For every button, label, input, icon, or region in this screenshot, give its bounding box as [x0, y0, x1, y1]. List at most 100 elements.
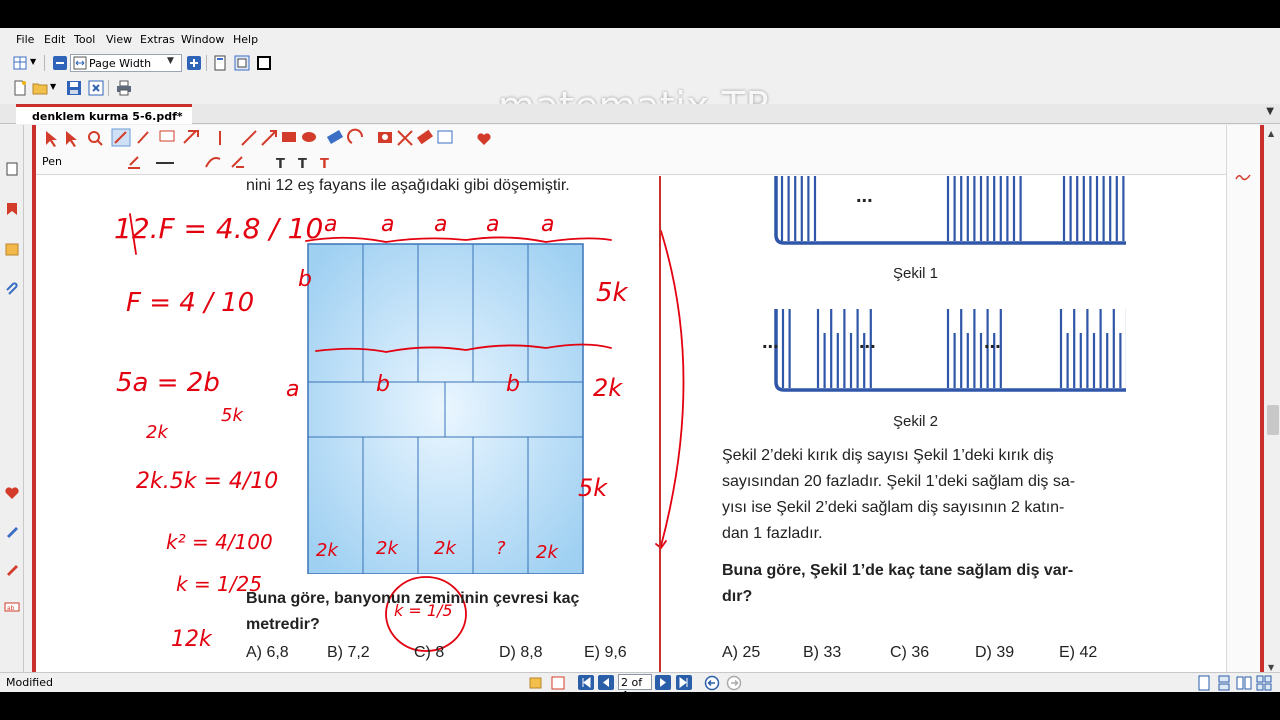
option-d: D) 8,8: [499, 644, 543, 661]
handwriting-line-2: F = 4 / 10: [126, 288, 254, 318]
annotation-tools[interactable]: T T T: [36, 125, 636, 175]
scrollbar-thumb[interactable]: [1267, 405, 1279, 435]
right-option-e: E) 42: [1059, 644, 1098, 661]
figure2-label: Şekil 2: [893, 413, 939, 430]
view-toolbar: ▼ Page Width ▼: [0, 51, 1280, 75]
grid-view-icon[interactable]: [12, 55, 28, 71]
two-page-continuous-icon[interactable]: [1256, 675, 1272, 691]
zoom-out-icon[interactable]: [52, 55, 68, 71]
fig-note-a2: a: [381, 212, 394, 237]
svg-text:T: T: [298, 157, 307, 172]
fig-note-2k-b2: 2k: [376, 538, 399, 559]
previous-page-button[interactable]: [598, 675, 614, 690]
pdf-viewer-window: File Edit Tool View Extras Window Help ▼…: [0, 28, 1280, 702]
fig-note-b2: b: [376, 372, 390, 397]
menu-window[interactable]: Window: [181, 33, 224, 46]
fig-note-a4: a: [486, 212, 499, 237]
page-number-input[interactable]: 2 of 4: [618, 674, 652, 702]
zoom-mode-label: Page Width: [89, 57, 152, 70]
first-page-button[interactable]: [578, 675, 594, 690]
fig-note-5k-bottom: 5k: [578, 474, 608, 502]
save-icon[interactable]: [66, 80, 82, 96]
next-page-button[interactable]: [655, 675, 671, 690]
forward-arrow-icon[interactable]: [726, 675, 742, 691]
svg-text:T: T: [320, 157, 329, 172]
single-page-layout-icon[interactable]: [1196, 675, 1212, 691]
favorite-heart-icon[interactable]: [4, 485, 20, 501]
right-option-d: D) 39: [975, 644, 1015, 661]
pages-panel-icon[interactable]: [4, 161, 20, 177]
next-page-icon: [660, 678, 666, 687]
chevron-down-icon: ▼: [167, 56, 174, 66]
hand-tool-icon[interactable]: [528, 675, 544, 691]
tab-list-icon[interactable]: ▼: [1266, 106, 1274, 117]
fig-note-b3: b: [506, 372, 520, 397]
menu-extras[interactable]: Extras: [140, 33, 175, 46]
two-page-layout-icon[interactable]: [1236, 675, 1252, 691]
svg-text:ab: ab: [7, 605, 15, 612]
menu-file[interactable]: File: [16, 33, 34, 46]
handwriting-line-4: 2k: [146, 422, 169, 443]
layers-panel-icon[interactable]: [4, 241, 20, 257]
document-tab[interactable]: denklem kurma 5-6.pdf*: [16, 104, 192, 124]
menu-view[interactable]: View: [106, 33, 132, 46]
bookmark-icon[interactable]: [4, 201, 20, 217]
menu-help[interactable]: Help: [233, 33, 258, 46]
print-icon[interactable]: [116, 80, 132, 96]
right-option-a: A) 25: [722, 644, 761, 661]
body-line-1: Şekil 2’deki kırık diş sayısı Şekil 1’de…: [722, 447, 1054, 464]
menu-edit[interactable]: Edit: [44, 33, 65, 46]
comb-figure-1: [774, 176, 1126, 245]
single-page-icon[interactable]: [212, 55, 228, 71]
fit-page-icon[interactable]: [234, 55, 250, 71]
text-box-icon[interactable]: ab: [4, 599, 20, 615]
attachment-icon[interactable]: [4, 281, 20, 297]
select-tool-icon[interactable]: [550, 675, 566, 691]
figure1-label: Şekil 1: [893, 265, 939, 282]
document-area: T T T Pen nini 12 eş fayans ile aşağıdak…: [32, 125, 1280, 677]
scroll-up-icon[interactable]: ▲: [1268, 129, 1274, 138]
page-width-icon: [73, 56, 87, 70]
right-question-line-2: dır?: [722, 588, 753, 605]
open-dropdown-icon[interactable]: ▼: [50, 82, 56, 91]
menu-tool[interactable]: Tool: [74, 33, 95, 46]
last-page-button[interactable]: [676, 675, 692, 690]
pen-tool-icon[interactable]: [4, 523, 20, 539]
fig-note-a5: a: [541, 212, 554, 237]
body-line-4: dan 1 fazladır.: [722, 525, 823, 542]
toolbar-separator: [206, 55, 207, 71]
left-sidebar: ab: [0, 125, 24, 677]
option-c: C) 8: [414, 644, 445, 661]
signature-icon[interactable]: [1235, 169, 1251, 185]
menu-bar: File Edit Tool View Extras Window Help: [0, 28, 1280, 50]
fullscreen-icon[interactable]: [256, 55, 272, 71]
status-text: Modified: [6, 676, 53, 689]
continuous-layout-icon[interactable]: [1216, 675, 1232, 691]
handwriting-line-5: 5k: [221, 405, 244, 426]
comb2-ellipsis-1: ...: [762, 331, 779, 353]
comb-base: [774, 176, 1126, 245]
toolbar-separator: [44, 55, 45, 71]
grid-dropdown-icon[interactable]: ▼: [30, 57, 36, 66]
first-page-icon: [582, 677, 591, 688]
fig-note-2k-b3: 2k: [434, 538, 457, 559]
screen: File Edit Tool View Extras Window Help ▼…: [0, 0, 1280, 720]
zoom-in-icon[interactable]: [186, 55, 202, 71]
back-arrow-icon[interactable]: [704, 675, 720, 691]
handwriting-line-6: 2k.5k = 4/10: [136, 469, 278, 494]
option-e: E) 9,6: [584, 644, 627, 661]
open-folder-icon[interactable]: [32, 80, 48, 96]
status-bar: Modified 2 of 4: [0, 672, 1280, 702]
document-tab-strip: denklem kurma 5-6.pdf* ▼: [0, 104, 1280, 124]
handwriting-line-1: 12.F = 4.8 / 10: [114, 212, 323, 245]
new-document-icon[interactable]: [12, 80, 28, 96]
zoom-mode-select[interactable]: Page Width ▼: [70, 54, 182, 72]
right-question-line-1: Buna göre, Şekil 1’de kaç tane sağlam di…: [722, 562, 1074, 579]
handwriting-line-9: 12k: [171, 627, 213, 652]
body-line-2: sayısından 20 fazladır. Şekil 1’deki sağ…: [722, 473, 1076, 490]
comment-toolbar: T T T Pen: [36, 125, 1226, 175]
scroll-down-icon[interactable]: ▼: [1268, 663, 1274, 672]
close-document-icon[interactable]: [88, 80, 104, 96]
vertical-scrollbar[interactable]: ▲ ▼: [1264, 125, 1280, 677]
edit-icon[interactable]: [4, 561, 20, 577]
